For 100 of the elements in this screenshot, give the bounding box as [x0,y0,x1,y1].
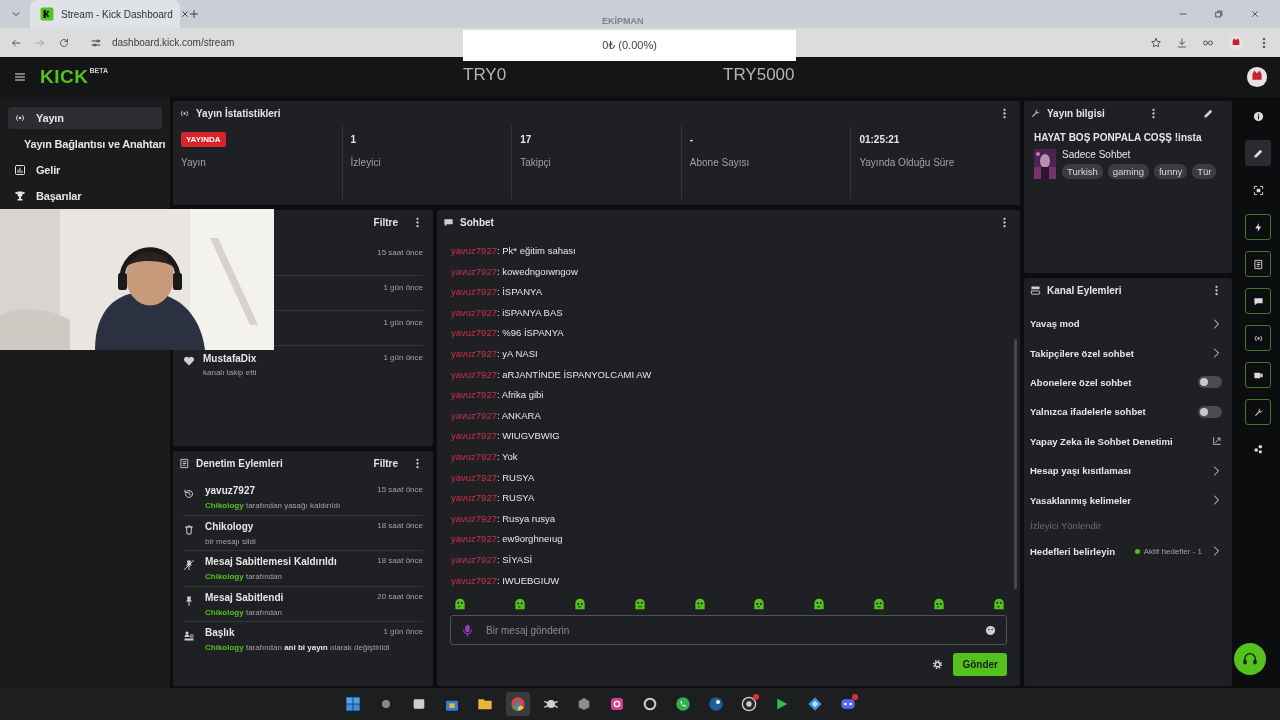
microphone-icon[interactable] [461,623,474,637]
progress-text: 0₺ (0.00%) [602,39,657,52]
sidebar-item[interactable]: Başarılar [8,185,162,207]
emote-icon[interactable] [632,597,647,612]
close-icon[interactable] [1250,9,1260,19]
emoji-icon[interactable] [985,624,996,636]
live-badge: YAYINDA [181,132,226,147]
setting-label[interactable]: Yapay Zeka ile Sohbet Denetimi [1030,435,1173,447]
toggle-switch[interactable] [1198,376,1222,389]
external-link-icon[interactable] [1212,436,1222,447]
timestamp: 20 saat önce [377,591,423,601]
chat-input-field[interactable]: Bir mesaj gönderin [450,615,1007,646]
ring-icon [641,696,658,712]
stat-label: Takipçi [520,157,552,168]
notification-dot [752,694,759,700]
stat-value: 17 [520,133,533,147]
username-link[interactable]: Chikology [205,501,244,510]
tag-chip[interactable]: gaming [1107,164,1149,179]
user-card-icon [183,630,195,642]
timestamp: 15 saat önce [377,485,423,494]
chat-message: : RUSYA [496,491,535,506]
chat-icon [443,217,454,228]
goal-max-label: TRY5000 [723,65,795,85]
broadcast-icon [14,112,26,124]
star-icon[interactable] [1150,36,1162,49]
stat-label: Yayında Olduğu Süre [859,157,956,168]
sidebar-item[interactable]: Yayın [8,107,162,129]
username-link[interactable]: Chikology [205,572,244,581]
emote-icon[interactable] [991,597,1006,612]
tag-chip[interactable]: Tür [1192,164,1217,179]
address-bar[interactable]: dashboard.kick.com/stream [82,32,458,53]
emote-icon[interactable] [932,597,946,612]
setting-label[interactable]: Takipçilere özel sohbet [1030,347,1134,359]
setting-label[interactable]: Hedefleri belirleyin [1030,545,1115,557]
reload-icon[interactable] [58,36,70,49]
rail-button[interactable] [1245,140,1271,166]
chat-message: : iSPANYA BAS [496,305,563,320]
panel-title: Denetim Eylemleri [196,458,283,469]
setting-label[interactable]: Hesap yaşı kısıtlaması [1030,465,1131,477]
username-link[interactable]: Chikology [205,607,244,617]
setting-label[interactable]: Yasaklanmış kelimeler [1030,494,1131,506]
site-settings-icon[interactable] [90,36,102,49]
menu-icon[interactable] [14,71,26,83]
rail-button[interactable] [1245,288,1271,314]
emote-icon[interactable] [812,597,827,612]
emote-icon[interactable] [752,597,767,612]
chat-message: : SİYASİ [496,552,533,567]
setting-label[interactable]: Yavaş mod [1030,318,1080,330]
toggle-switch[interactable] [1198,405,1222,418]
overlay-label: EKİPMAN [602,16,644,26]
emote-icon[interactable] [872,597,887,612]
emote-icon[interactable] [512,597,527,612]
timestamp: 1 gün önce [383,283,423,294]
avatar-icon[interactable] [1246,66,1268,88]
action-description: bir mesajı sildi [205,536,257,546]
setting-label[interactable]: Abonelere özel sohbet [1030,376,1132,388]
four-squares-icon [344,696,361,712]
sidebar-item[interactable]: Gelir [8,159,162,181]
category-link[interactable]: Sadece Sohbet [1062,149,1217,160]
logo-text[interactable]: KICK [40,67,89,87]
chat-message: : Pk* eğitim sahası [496,244,576,258]
emote-icon[interactable] [572,597,587,612]
tag-chip[interactable]: funny [1153,164,1188,179]
download-icon[interactable] [1176,36,1188,49]
support-button[interactable] [1234,643,1266,675]
emote-icon[interactable] [453,597,467,612]
gamepad-icon [839,696,856,712]
phone-icon [674,696,691,712]
back-icon[interactable] [10,36,22,49]
site-icon [40,7,54,21]
record-icon [740,696,757,712]
filter-button[interactable]: Filtre [373,458,398,469]
timestamp: 18 saat önce [377,556,423,565]
username-link[interactable]: Chikology [205,643,244,652]
message-input[interactable]: Bir mesaj gönderin [484,623,975,637]
edit-icon[interactable] [1203,108,1214,119]
pin-icon [183,594,195,607]
chat-message: : RUSYA [496,470,535,485]
emote-icon[interactable] [692,597,707,612]
send-button[interactable]: Gönder [953,653,1007,677]
action-description: Chikology tarafından [205,572,283,581]
settings-icon[interactable] [932,659,944,671]
chat-message: : %96 İSPANYA [496,326,564,341]
restore-icon[interactable] [1214,9,1224,19]
panel-title: Yayın İstatistikleri [196,108,281,119]
close-icon[interactable] [179,9,190,19]
filter-button[interactable]: Filtre [373,217,398,228]
stat-value: 01:25:21 [859,133,901,147]
new-tab-icon[interactable] [188,8,200,20]
panel-title: Sohbet [460,217,494,228]
rail-button[interactable] [1245,362,1271,388]
stat-label: Yayın [181,157,207,168]
rail-button[interactable] [1245,251,1271,277]
tag-chip[interactable]: Turkish [1062,164,1103,179]
section-label: İzleyici Yönlendir [1030,520,1102,532]
chat-message: : IWUEBGIUW [496,573,560,588]
timestamp: 18 saat önce [377,520,423,530]
setting-label[interactable]: Yalnızca ifadelerle sohbet [1030,406,1146,418]
scrollbar-thumb[interactable] [1014,339,1017,589]
taskbar-button[interactable] [505,692,530,716]
